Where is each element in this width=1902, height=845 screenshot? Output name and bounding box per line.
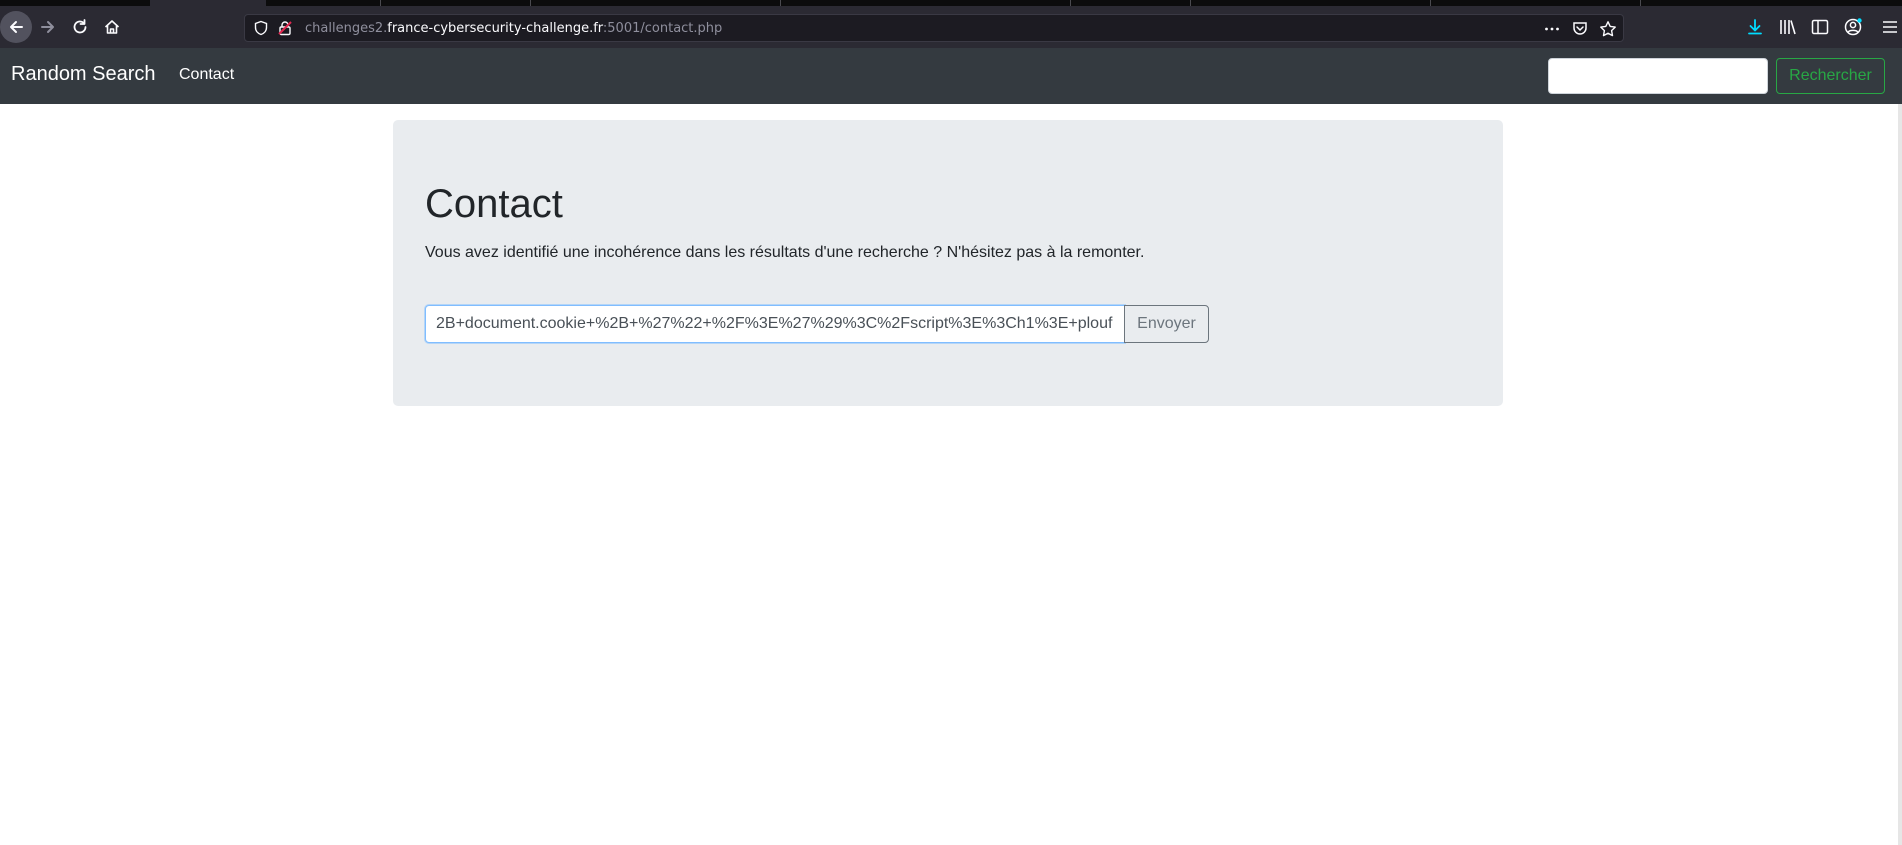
back-button[interactable] <box>0 11 32 43</box>
url-path: :5001/contact.php <box>602 21 723 36</box>
page-lead: Vous avez identifié une incohérence dans… <box>425 244 1145 261</box>
forward-arrow-icon <box>41 21 54 33</box>
address-bar[interactable]: challenges2.france-cybersecurity-challen… <box>244 14 1624 42</box>
brand-link[interactable]: Random Search <box>11 63 156 86</box>
reload-icon <box>73 19 87 34</box>
url-prefix: challenges2. <box>305 21 388 36</box>
account-icon[interactable] <box>1843 17 1863 37</box>
back-arrow-icon <box>10 21 23 33</box>
browser-toolbar: challenges2.france-cybersecurity-challen… <box>0 6 1902 48</box>
contact-panel: Contact Vous avez identifié une incohére… <box>393 120 1503 406</box>
site-navbar: Random Search Contact Rechercher <box>0 48 1902 104</box>
send-button[interactable]: Envoyer <box>1124 305 1209 343</box>
library-icon[interactable] <box>1778 17 1798 37</box>
reload-button[interactable] <box>64 11 96 43</box>
pocket-icon[interactable] <box>1571 20 1589 38</box>
search-button[interactable]: Rechercher <box>1776 58 1885 94</box>
insecure-lock-icon[interactable] <box>277 20 293 36</box>
downloads-icon[interactable] <box>1745 17 1765 37</box>
home-icon <box>104 20 120 34</box>
search-input[interactable] <box>1548 58 1768 94</box>
sidebar-icon[interactable] <box>1810 17 1830 37</box>
forward-button[interactable] <box>32 11 64 43</box>
page-scrollbar[interactable] <box>1898 104 1902 845</box>
page-title: Contact <box>425 182 563 226</box>
menu-icon[interactable] <box>1880 17 1900 37</box>
bookmark-star-icon[interactable] <box>1599 20 1617 38</box>
report-url-input[interactable] <box>425 305 1125 343</box>
page-actions-icon[interactable] <box>1543 20 1561 38</box>
url-text[interactable]: challenges2.france-cybersecurity-challen… <box>305 21 722 36</box>
shield-icon[interactable] <box>253 20 269 36</box>
url-host: france-cybersecurity-challenge.fr <box>387 21 603 36</box>
nav-link-contact[interactable]: Contact <box>179 66 234 84</box>
home-button[interactable] <box>96 11 128 43</box>
